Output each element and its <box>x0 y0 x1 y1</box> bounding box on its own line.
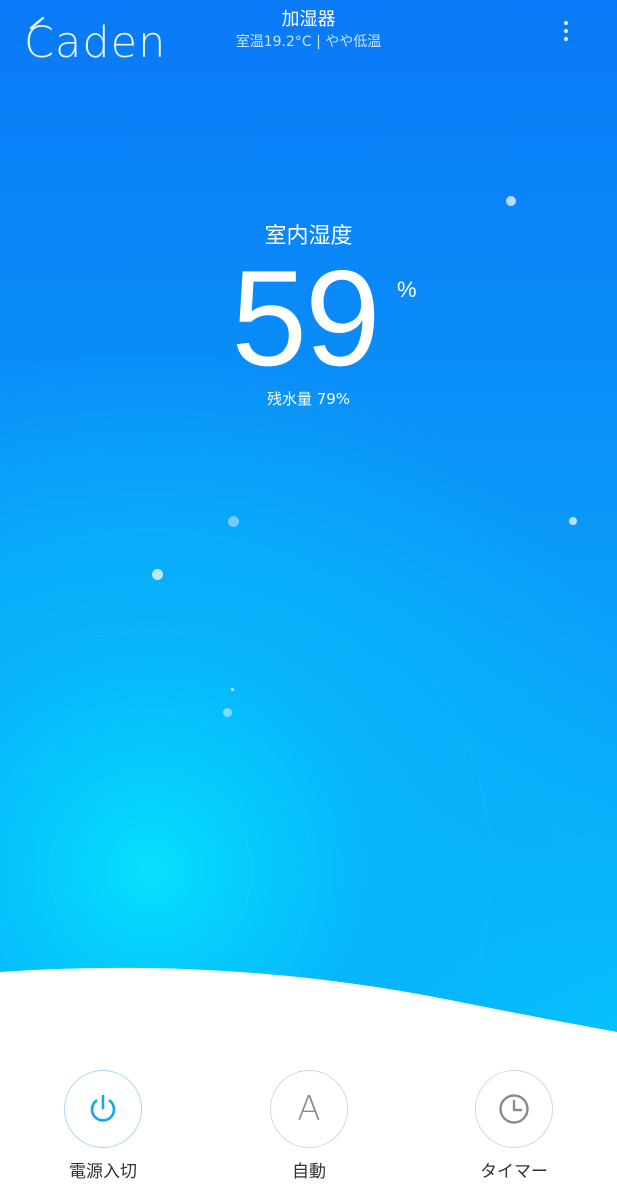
page-title: 加湿器 <box>281 9 336 30</box>
timer-button[interactable] <box>475 1070 553 1148</box>
bubble <box>152 569 163 580</box>
bubble <box>223 708 232 717</box>
more-menu-button[interactable] <box>554 18 578 48</box>
water-level: 残水量 79% <box>266 390 351 408</box>
auto-icon: A <box>297 1089 321 1129</box>
bubble <box>506 196 516 206</box>
bubble <box>228 516 239 527</box>
auto-button[interactable]: A <box>270 1070 348 1148</box>
power-control[interactable]: 電源入切 <box>43 1068 163 1200</box>
timer-control[interactable]: タイマー <box>454 1068 574 1200</box>
power-button[interactable] <box>64 1070 142 1148</box>
clock-icon <box>499 1094 529 1124</box>
room-temperature-status: 室温19.2°C | やや低温 <box>235 34 382 50</box>
humidity-unit: % <box>397 277 417 302</box>
humidity-background <box>0 0 617 1200</box>
power-icon <box>90 1094 116 1122</box>
control-bar: 電源入切 A 自動 タイマー <box>0 1068 617 1200</box>
humidifier-screen: Caden 加湿器 室温19.2°C | やや低温 室内湿度 59 % 残水量 … <box>0 0 617 1200</box>
humidity-value: 59 <box>231 242 380 394</box>
bubble <box>231 688 234 691</box>
auto-label: 自動 <box>292 1162 326 1182</box>
wave-divider <box>0 967 617 1060</box>
timer-label: タイマー <box>480 1162 548 1182</box>
bubble <box>569 517 577 525</box>
header-title-block: 加湿器 室温19.2°C | やや低温 <box>0 8 617 52</box>
power-label: 電源入切 <box>69 1162 137 1182</box>
auto-control[interactable]: A 自動 <box>249 1068 369 1200</box>
